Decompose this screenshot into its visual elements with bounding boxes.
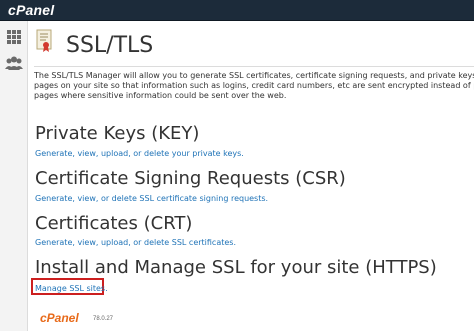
divider: [34, 66, 474, 67]
sidebar: [0, 21, 28, 331]
certificates-link[interactable]: Generate, view, upload, or delete SSL ce…: [35, 238, 236, 247]
cpanel-logo[interactable]: cPanel: [8, 0, 54, 20]
section-heading-private-keys: Private Keys (KEY): [35, 123, 200, 144]
users-icon[interactable]: [3, 53, 25, 73]
certificate-icon: [36, 29, 54, 53]
footer-logo: cPanel: [40, 311, 79, 325]
intro-line: The SSL/TLS Manager will allow you to ge…: [34, 71, 474, 80]
manage-ssl-sites-link[interactable]: Manage SSL sites.: [35, 284, 108, 293]
section-heading-certificates: Certificates (CRT): [35, 213, 193, 234]
intro-line: pages where sensitive information could …: [34, 91, 287, 100]
version-label: 78.0.27: [93, 316, 114, 322]
page-title: SSL/TLS: [66, 33, 154, 58]
grid-icon[interactable]: [3, 27, 25, 47]
main-content: SSL/TLS The SSL/TLS Manager will allow y…: [28, 21, 474, 331]
intro-line: pages on your site so that information s…: [34, 81, 474, 90]
csr-link[interactable]: Generate, view, or delete SSL certificat…: [35, 194, 268, 203]
top-bar: cPanel: [0, 0, 474, 21]
intro-text: The SSL/TLS Manager will allow you to ge…: [34, 71, 474, 101]
section-heading-install-ssl: Install and Manage SSL for your site (HT…: [35, 257, 437, 278]
private-keys-link[interactable]: Generate, view, upload, or delete your p…: [35, 149, 244, 158]
section-heading-csr: Certificate Signing Requests (CSR): [35, 168, 346, 189]
